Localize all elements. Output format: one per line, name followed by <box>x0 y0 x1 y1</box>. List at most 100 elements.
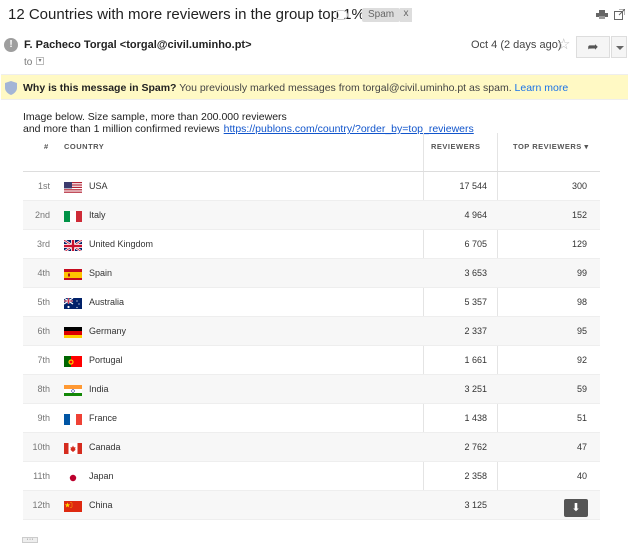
rank-cell: 6th <box>37 326 50 336</box>
top-reviewers-cell: 51 <box>576 413 587 423</box>
spam-banner-message: You previously marked messages from torg… <box>176 82 512 94</box>
rank-cell: 2nd <box>34 210 50 220</box>
table-row: 12th China 3 125 <box>23 491 600 520</box>
reviewers-cell: 5 357 <box>464 297 487 307</box>
table-row: 8th India 3 251 59 <box>23 375 600 404</box>
spam-warning-banner: Why is this message in Spam? You previou… <box>1 74 628 100</box>
remove-spam-label-button[interactable]: x <box>400 8 412 22</box>
sender-name[interactable]: F. Pacheco Torgal <torgal@civil.uminho.p… <box>24 39 252 51</box>
fr-flag-icon <box>64 413 82 425</box>
country-cell: Portugal <box>89 355 123 365</box>
country-cell: India <box>89 384 109 394</box>
top-reviewers-cell: 59 <box>576 384 587 394</box>
top-reviewers-cell: 99 <box>576 268 587 278</box>
reviewers-cell: 1 661 <box>464 355 487 365</box>
table-row: 10th Canada 2 762 47 <box>23 433 600 462</box>
header-reviewers[interactable]: REVIEWERS <box>431 142 481 151</box>
jp-flag-icon <box>64 471 82 483</box>
reviewers-cell: 4 964 <box>464 210 487 220</box>
country-cell: France <box>89 413 118 423</box>
country-cell: Germany <box>89 326 127 336</box>
table-header: # COUNTRY REVIEWERS TOP REVIEWERS ▾ <box>23 133 600 172</box>
au-flag-icon <box>64 297 82 309</box>
table-body: 1st USA 17 544 300 2nd Italy 4 964 152 3rd United… <box>23 172 600 520</box>
spam-label[interactable]: Spam <box>362 8 401 22</box>
label-tag-icon[interactable] <box>336 10 348 20</box>
rank-cell: 7th <box>37 355 50 365</box>
country-cell: United Kingdom <box>89 239 154 249</box>
spam-banner-title: Why is this message in Spam? <box>23 82 177 94</box>
pt-flag-icon <box>64 355 82 367</box>
it-flag-icon <box>64 210 82 222</box>
country-cell: Spain <box>89 268 113 278</box>
table-row: 11th Japan 2 358 40 <box>23 462 600 491</box>
email-date: Oct 4 (2 days ago) <box>471 39 562 51</box>
warning-avatar-icon: ! <box>4 38 18 52</box>
rank-cell: 10th <box>32 442 50 452</box>
more-options-button[interactable] <box>611 36 627 58</box>
to-label: to <box>24 57 33 68</box>
country-cell: Italy <box>89 210 106 220</box>
country-cell: Japan <box>89 471 114 481</box>
top-reviewers-cell: 47 <box>576 442 587 452</box>
us-flag-icon <box>64 181 82 193</box>
new-window-icon[interactable] <box>614 9 625 20</box>
header-country[interactable]: COUNTRY <box>64 142 104 151</box>
rank-cell: 11th <box>33 471 50 481</box>
ca-flag-icon <box>64 442 82 454</box>
rank-cell: 1st <box>37 181 50 191</box>
table-row: 2nd Italy 4 964 152 <box>23 201 600 230</box>
es-flag-icon <box>64 268 82 280</box>
subject-bar: 12 Countries with more reviewers in the … <box>0 0 640 30</box>
download-button[interactable]: ⬇ <box>564 499 588 517</box>
country-cell: China <box>89 500 113 510</box>
header-top-reviewers[interactable]: TOP REVIEWERS ▾ <box>513 142 589 151</box>
sender-row: ! F. Pacheco Torgal <torgal@civil.uminho… <box>0 33 640 73</box>
header-rank: # <box>44 142 49 151</box>
top-reviewers-cell: 98 <box>576 297 587 307</box>
country-cell: Australia <box>89 297 125 307</box>
country-cell: USA <box>89 181 108 191</box>
de-flag-icon <box>64 326 82 338</box>
print-icon[interactable] <box>596 10 608 19</box>
reviewers-cell: 6 705 <box>464 239 487 249</box>
reviewers-cell: 3 251 <box>464 384 487 394</box>
top-reviewers-cell: 92 <box>576 355 587 365</box>
reviewers-cell: 2 337 <box>464 326 487 336</box>
rank-cell: 4th <box>37 268 50 278</box>
learn-more-link[interactable]: Learn more <box>515 82 569 94</box>
rank-cell: 12th <box>32 500 50 510</box>
reviewers-cell: 3 125 <box>464 500 487 510</box>
rank-cell: 5th <box>37 297 50 307</box>
cn-flag-icon <box>64 500 82 512</box>
reply-arrow-icon: ➦ <box>587 39 599 54</box>
table-row: 5th Australia 5 357 98 <box>23 288 600 317</box>
reviewers-cell: 2 358 <box>464 471 487 481</box>
reviewers-cell: 2 762 <box>464 442 487 452</box>
country-cell: Canada <box>89 442 121 452</box>
table-row: 6th Germany 2 337 95 <box>23 317 600 346</box>
table-row: 9th France 1 438 51 <box>23 404 600 433</box>
reviewers-table: # COUNTRY REVIEWERS TOP REVIEWERS ▾ 1st U… <box>23 133 600 520</box>
table-row: 7th Portugal 1 661 92 <box>23 346 600 375</box>
gb-flag-icon <box>64 239 82 251</box>
top-reviewers-cell: 40 <box>576 471 587 481</box>
top-reviewers-cell: 95 <box>576 326 587 336</box>
top-reviewers-cell: 129 <box>571 239 587 249</box>
top-reviewers-cell: 300 <box>571 181 587 191</box>
top-reviewers-cell: 152 <box>571 210 587 220</box>
show-details-icon[interactable]: ▾ <box>36 57 44 65</box>
download-icon: ⬇ <box>571 502 581 514</box>
table-row: 4th Spain 3 653 99 <box>23 259 600 288</box>
table-row: 3rd United Kingdom 6 705 129 <box>23 230 600 259</box>
table-row: 1st USA 17 544 300 <box>23 172 600 201</box>
email-subject: 12 Countries with more reviewers in the … <box>8 6 365 23</box>
reply-button[interactable]: ➦ <box>576 36 610 58</box>
show-trimmed-content-button[interactable]: ··· <box>22 536 38 543</box>
rank-cell: 9th <box>37 413 50 423</box>
in-flag-icon <box>64 384 82 396</box>
reviewers-cell: 1 438 <box>464 413 487 423</box>
star-icon[interactable]: ☆ <box>557 35 570 53</box>
body-line-1: Image below. Size sample, more than 200.… <box>23 111 287 123</box>
rank-cell: 8th <box>37 384 50 394</box>
